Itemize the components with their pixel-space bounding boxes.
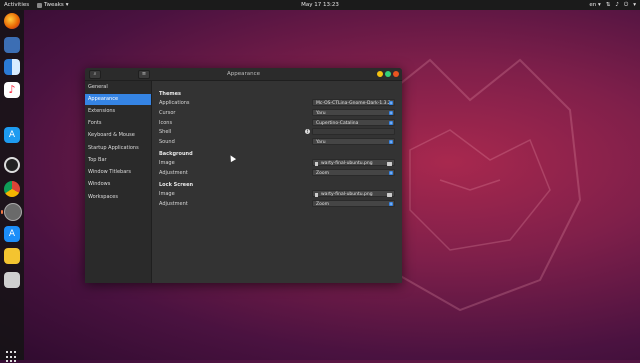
background-adjustment-select[interactable]: Zoom ⇕ xyxy=(312,169,395,176)
applications-label: Applications xyxy=(159,100,190,106)
sidebar-item-general[interactable]: General xyxy=(85,82,151,93)
lockscreen-image-label: Image xyxy=(159,191,175,197)
tweaks-window: ⌕ ≡ Appearance General Appearance Extens… xyxy=(85,68,402,283)
sidebar-item-workspaces[interactable]: Workspaces xyxy=(85,192,151,203)
icons-theme-value: Cupertino-Catalina xyxy=(316,121,359,126)
sidebar-item-appearance[interactable]: Appearance xyxy=(85,94,151,105)
tweaks-app-icon xyxy=(37,2,42,8)
close-button[interactable] xyxy=(393,71,399,77)
menu-button[interactable]: ≡ xyxy=(138,70,150,79)
sidebar-item-extensions[interactable]: Extensions xyxy=(85,106,151,117)
clock[interactable]: May 17 13:23 xyxy=(301,2,339,8)
background-heading: Background xyxy=(159,151,193,157)
language-indicator[interactable]: en ▾ xyxy=(589,2,600,8)
sidebar-item-keyboard-mouse[interactable]: Keyboard & Mouse xyxy=(85,130,151,141)
background-adjustment-value: Zoom xyxy=(316,171,329,176)
sidebar-item-top-bar[interactable]: Top Bar xyxy=(85,155,151,166)
folder-icon xyxy=(387,161,392,166)
clock-container: May 17 13:23 xyxy=(0,2,640,8)
sidebar: General Appearance Extensions Fonts Keyb… xyxy=(85,81,152,283)
maximize-button[interactable] xyxy=(385,71,391,77)
background-adjustment-label: Adjustment xyxy=(159,170,188,176)
chevron-updown-icon: ⇕ xyxy=(389,101,393,105)
search-icon: ⌕ xyxy=(93,71,97,77)
software-icon[interactable]: A xyxy=(4,226,20,242)
firefox-icon[interactable] xyxy=(4,13,20,29)
background-image-label: Image xyxy=(159,160,175,166)
sidebar-item-window-titlebars[interactable]: Window Titlebars xyxy=(85,167,151,178)
chevron-updown-icon: ⇕ xyxy=(389,140,393,144)
system-tray[interactable]: en ▾ ⇅ ♪ ⏻ ▾ xyxy=(589,2,636,9)
shell-label: Shell xyxy=(159,129,172,135)
chrome-icon[interactable] xyxy=(4,181,20,197)
activities-button[interactable]: Activities xyxy=(4,2,29,8)
applications-theme-value: Mc-OS-CTLina-Gnome-Dark-1.3.2 xyxy=(316,101,391,106)
tweaks-icon[interactable] xyxy=(1,203,22,221)
lockscreen-adjustment-label: Adjustment xyxy=(159,201,188,207)
app-menu[interactable]: Tweaks ▾ xyxy=(37,2,69,8)
app-menu-label: Tweaks xyxy=(44,2,64,8)
cursor-theme-value: Yaru xyxy=(316,111,326,116)
chevron-updown-icon: ⇕ xyxy=(389,111,393,115)
hamburger-icon: ≡ xyxy=(141,71,147,77)
dock: ♪ A A xyxy=(0,10,24,363)
top-bar: Activities Tweaks ▾ May 17 13:23 en ▾ ⇅ … xyxy=(0,0,640,10)
sidebar-item-windows[interactable]: Windows xyxy=(85,179,151,190)
gear-icon[interactable] xyxy=(4,157,20,173)
folder-icon xyxy=(387,192,392,197)
sidebar-item-fonts[interactable]: Fonts xyxy=(85,118,151,129)
appearance-panel: Themes Applications Mc-OS-CTLina-Gnome-D… xyxy=(152,81,402,283)
warning-icon: ! xyxy=(305,129,310,134)
applications-theme-select[interactable]: Mc-OS-CTLina-Gnome-Dark-1.3.2 ⇕ xyxy=(312,99,395,106)
chevron-updown-icon: ⇕ xyxy=(389,121,393,125)
minimize-button[interactable] xyxy=(377,71,383,77)
music-icon[interactable]: ♪ xyxy=(4,82,20,98)
app-store-icon[interactable]: A xyxy=(4,127,20,143)
file-icon xyxy=(315,161,318,166)
titlebar: ⌕ ≡ Appearance xyxy=(85,68,402,81)
window-title: Appearance xyxy=(226,71,261,77)
system-monitor-icon[interactable] xyxy=(4,37,20,53)
icons-label: Icons xyxy=(159,120,173,126)
sound-theme-value: Yaru xyxy=(316,140,326,145)
file-icon xyxy=(315,192,318,197)
cursor-theme-select[interactable]: Yaru ⇕ xyxy=(312,109,395,116)
background-image-value: warty-final-ubuntu.png xyxy=(321,161,373,166)
power-icon: ⏻ xyxy=(623,1,629,8)
volume-icon: ♪ xyxy=(615,2,619,8)
background-image-chooser[interactable]: warty-final-ubuntu.png xyxy=(312,159,395,166)
language-label: en xyxy=(589,2,597,8)
drive-icon[interactable] xyxy=(4,272,20,288)
cursor-label: Cursor xyxy=(159,110,176,116)
search-button[interactable]: ⌕ xyxy=(89,70,101,79)
network-icon: ⇅ xyxy=(605,2,611,8)
lockscreen-adjustment-select[interactable]: Zoom ⇕ xyxy=(312,200,395,207)
sound-theme-select[interactable]: Yaru ⇕ xyxy=(312,138,395,145)
lockscreen-image-chooser[interactable]: warty-final-ubuntu.png xyxy=(312,190,395,197)
lockscreen-adjustment-value: Zoom xyxy=(316,202,329,207)
themes-heading: Themes xyxy=(159,91,181,97)
notes-icon[interactable] xyxy=(4,248,20,264)
icons-theme-select[interactable]: Cupertino-Catalina ⇕ xyxy=(312,119,395,126)
sidebar-item-startup-applications[interactable]: Startup Applications xyxy=(85,143,151,154)
chevron-down-icon: ▾ xyxy=(633,2,636,8)
window-title-container: Appearance xyxy=(85,68,402,80)
chevron-updown-icon: ⇕ xyxy=(389,171,393,175)
show-applications-icon[interactable] xyxy=(6,351,18,363)
finder-icon[interactable] xyxy=(4,59,20,75)
chevron-updown-icon: ⇕ xyxy=(389,202,393,206)
sound-label: Sound xyxy=(159,139,175,145)
chevron-down-icon: ▾ xyxy=(65,2,69,8)
lockscreen-heading: Lock Screen xyxy=(159,182,194,188)
lockscreen-image-value: warty-final-ubuntu.png xyxy=(321,192,373,197)
shell-theme-select xyxy=(312,128,395,135)
